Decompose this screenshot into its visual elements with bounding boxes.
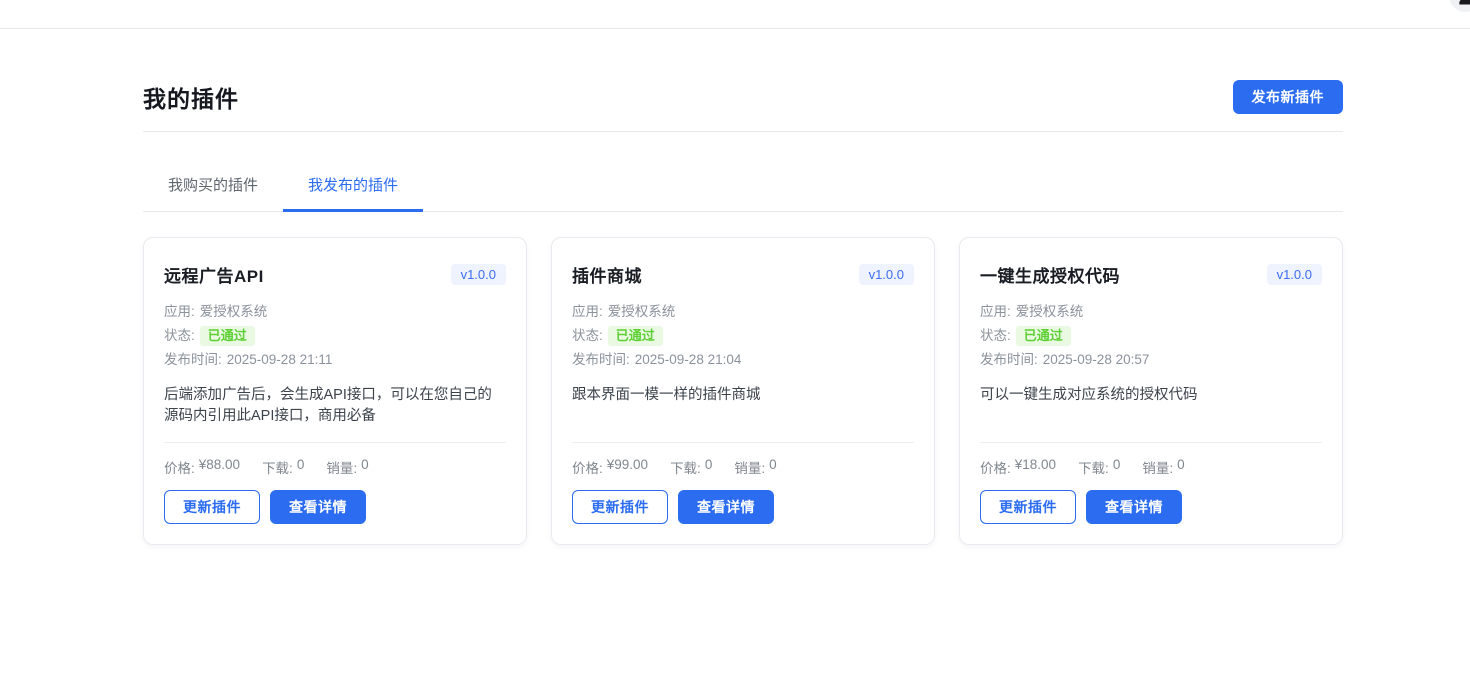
header-divider	[143, 131, 1343, 132]
update-plugin-button[interactable]: 更新插件	[572, 490, 668, 524]
card-actions: 更新插件 查看详情	[164, 490, 506, 524]
plugin-card: 远程广告API v1.0.0 应用: 爱授权系统 状态: 已通过 发布时间: 2…	[143, 237, 527, 545]
plugin-meta: 应用: 爱授权系统 状态: 已通过 发布时间: 2025-09-28 20:57	[980, 300, 1322, 372]
sales-label: 销量:	[734, 457, 765, 477]
sales-label: 销量:	[326, 457, 357, 477]
card-actions: 更新插件 查看详情	[980, 490, 1322, 524]
card-divider	[164, 442, 506, 443]
publish-new-plugin-button[interactable]: 发布新插件	[1233, 80, 1344, 114]
status-label: 状态:	[572, 324, 603, 348]
plugin-description: 后端添加广告后，会生成API接口，可以在您自己的源码内引用此API接口，商用必备	[164, 385, 506, 427]
status-badge: 已通过	[200, 326, 255, 346]
stat-sales: 销量: 0	[326, 457, 368, 477]
sales-value: 0	[769, 457, 777, 477]
view-details-button[interactable]: 查看详情	[1086, 490, 1182, 524]
app-label: 应用:	[572, 300, 603, 324]
version-badge: v1.0.0	[859, 264, 914, 285]
published-value: 2025-09-28 20:57	[1043, 348, 1150, 372]
stat-downloads: 下载: 0	[262, 457, 304, 477]
app-value: 爱授权系统	[1016, 300, 1084, 324]
downloads-label: 下载:	[670, 457, 701, 477]
plugin-description: 可以一键生成对应系统的授权代码	[980, 385, 1322, 427]
status-label: 状态:	[164, 324, 195, 348]
tab-published-plugins[interactable]: 我发布的插件	[283, 162, 423, 212]
app-label: 应用:	[980, 300, 1011, 324]
tab-bar: 我购买的插件 我发布的插件	[143, 162, 1343, 212]
status-badge: 已通过	[1016, 326, 1071, 346]
user-avatar[interactable]	[1449, 0, 1470, 12]
stat-price: 价格: ¥88.00	[164, 457, 240, 477]
stat-price: 价格: ¥18.00	[980, 457, 1056, 477]
card-header: 远程广告API v1.0.0	[164, 262, 506, 287]
meta-status: 状态: 已通过	[980, 324, 1322, 348]
plugin-card: 插件商城 v1.0.0 应用: 爱授权系统 状态: 已通过 发布时间: 2025…	[551, 237, 935, 545]
published-label: 发布时间:	[980, 348, 1038, 372]
downloads-label: 下载:	[1078, 457, 1109, 477]
sales-label: 销量:	[1142, 457, 1173, 477]
stat-downloads: 下载: 0	[670, 457, 712, 477]
card-actions: 更新插件 查看详情	[572, 490, 914, 524]
meta-status: 状态: 已通过	[164, 324, 506, 348]
published-label: 发布时间:	[572, 348, 630, 372]
status-label: 状态:	[980, 324, 1011, 348]
downloads-value: 0	[297, 457, 305, 477]
downloads-label: 下载:	[262, 457, 293, 477]
price-label: 价格:	[164, 457, 195, 477]
stat-price: 价格: ¥99.00	[572, 457, 648, 477]
plugin-meta: 应用: 爱授权系统 状态: 已通过 发布时间: 2025-09-28 21:11	[164, 300, 506, 372]
update-plugin-button[interactable]: 更新插件	[980, 490, 1076, 524]
card-header: 一键生成授权代码 v1.0.0	[980, 262, 1322, 287]
meta-published: 发布时间: 2025-09-28 20:57	[980, 348, 1322, 372]
plugin-title: 一键生成授权代码	[980, 262, 1120, 287]
published-value: 2025-09-28 21:11	[227, 348, 333, 372]
user-icon	[1456, 0, 1470, 7]
plugin-card: 一键生成授权代码 v1.0.0 应用: 爱授权系统 状态: 已通过 发布时间: …	[959, 237, 1343, 545]
app-value: 爱授权系统	[200, 300, 268, 324]
update-plugin-button[interactable]: 更新插件	[164, 490, 260, 524]
stat-sales: 销量: 0	[734, 457, 776, 477]
tab-purchased-plugins[interactable]: 我购买的插件	[143, 162, 283, 212]
version-badge: v1.0.0	[1267, 264, 1322, 285]
plugin-stats: 价格: ¥99.00 下载: 0 销量: 0	[572, 457, 914, 477]
card-header: 插件商城 v1.0.0	[572, 262, 914, 287]
view-details-button[interactable]: 查看详情	[270, 490, 366, 524]
meta-app: 应用: 爱授权系统	[572, 300, 914, 324]
published-value: 2025-09-28 21:04	[635, 348, 742, 372]
meta-published: 发布时间: 2025-09-28 21:11	[164, 348, 506, 372]
price-label: 价格:	[572, 457, 603, 477]
plugin-stats: 价格: ¥18.00 下载: 0 销量: 0	[980, 457, 1322, 477]
meta-status: 状态: 已通过	[572, 324, 914, 348]
plugin-title: 插件商城	[572, 262, 642, 287]
price-value: ¥99.00	[607, 457, 648, 477]
view-details-button[interactable]: 查看详情	[678, 490, 774, 524]
price-value: ¥88.00	[199, 457, 240, 477]
meta-published: 发布时间: 2025-09-28 21:04	[572, 348, 914, 372]
price-value: ¥18.00	[1015, 457, 1056, 477]
main-content: 我的插件 发布新插件 我购买的插件 我发布的插件 远程广告API v1.0.0 …	[143, 29, 1343, 545]
app-label: 应用:	[164, 300, 195, 324]
downloads-value: 0	[705, 457, 713, 477]
plugin-description: 跟本界面一模一样的插件商城	[572, 385, 914, 427]
meta-app: 应用: 爱授权系统	[980, 300, 1322, 324]
plugin-title: 远程广告API	[164, 262, 264, 287]
stat-downloads: 下载: 0	[1078, 457, 1120, 477]
downloads-value: 0	[1113, 457, 1121, 477]
card-divider	[572, 442, 914, 443]
sales-value: 0	[1177, 457, 1185, 477]
version-badge: v1.0.0	[451, 264, 506, 285]
status-badge: 已通过	[608, 326, 663, 346]
price-label: 价格:	[980, 457, 1011, 477]
app-value: 爱授权系统	[608, 300, 676, 324]
topbar	[0, 0, 1470, 29]
meta-app: 应用: 爱授权系统	[164, 300, 506, 324]
stat-sales: 销量: 0	[1142, 457, 1184, 477]
published-label: 发布时间:	[164, 348, 222, 372]
sales-value: 0	[361, 457, 369, 477]
card-divider	[980, 442, 1322, 443]
plugin-meta: 应用: 爱授权系统 状态: 已通过 发布时间: 2025-09-28 21:04	[572, 300, 914, 372]
plugin-card-list: 远程广告API v1.0.0 应用: 爱授权系统 状态: 已通过 发布时间: 2…	[143, 237, 1343, 545]
page-header: 我的插件 发布新插件	[143, 80, 1343, 114]
page-title: 我的插件	[143, 80, 239, 114]
plugin-stats: 价格: ¥88.00 下载: 0 销量: 0	[164, 457, 506, 477]
